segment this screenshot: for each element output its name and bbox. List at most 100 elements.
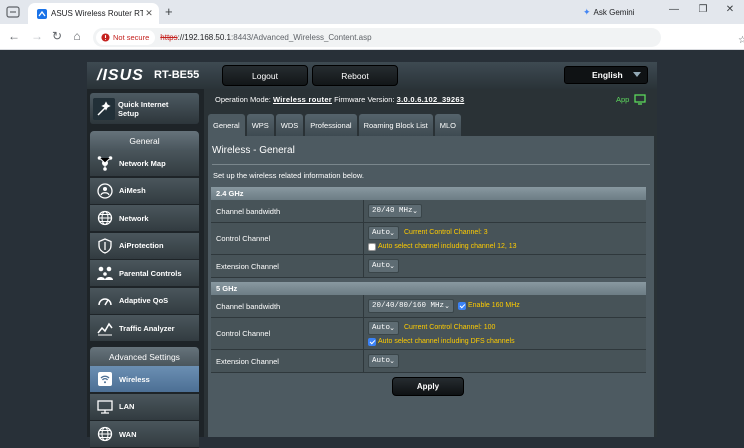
tab-general[interactable]: General [208, 114, 245, 136]
reboot-button[interactable]: Reboot [312, 65, 398, 86]
browser-toolbar: ← → ↻ ⌂ Not secure https://192.168.50.1:… [0, 24, 744, 68]
band5-extension-select[interactable]: Auto ⌄ [368, 354, 399, 368]
globe-icon [95, 424, 115, 444]
band5-bandwidth-row: Channel bandwidth 20/40/80/160 MHz ⌄ Enab… [211, 295, 646, 318]
sidebar-item-label: Parental Controls [119, 268, 182, 278]
band-24-header: 2.4 GHz [211, 187, 646, 200]
select-value: Auto [372, 229, 391, 237]
back-icon[interactable]: ← [6, 29, 22, 43]
tab-roaming-block-list[interactable]: Roaming Block List [358, 114, 433, 136]
maximize-icon[interactable]: ❐ [693, 4, 713, 15]
sidebar-item-label: Wireless [119, 374, 150, 384]
app-link[interactable]: App [616, 94, 647, 105]
op-mode-link[interactable]: Wireless router [273, 95, 332, 104]
band24-control-select[interactable]: Auto ⌄ [368, 226, 399, 240]
band5-bandwidth-select[interactable]: 20/40/80/160 MHz ⌄ [368, 299, 454, 313]
sidebar-item-network[interactable]: Network [90, 205, 199, 232]
language-caret-icon [633, 72, 641, 77]
sidebar-item-label: WAN [119, 429, 137, 439]
reload-icon[interactable]: ↻ [49, 29, 65, 43]
advanced-section-header: Advanced Settings [90, 347, 199, 366]
band24-bandwidth-select[interactable]: 20/40 MHz ⌄ [368, 204, 422, 218]
forward-icon[interactable]: → [29, 29, 45, 43]
not-secure-label: Not secure [113, 33, 150, 42]
language-select[interactable]: English [564, 66, 648, 84]
sidebar-item-label: AiMesh [119, 186, 146, 195]
apply-button[interactable]: Apply [392, 377, 464, 396]
quick-internet-setup-button[interactable]: Quick Internet Setup [90, 93, 199, 124]
tab-professional[interactable]: Professional [305, 114, 357, 136]
sidebar-item-label: LAN [119, 402, 135, 411]
sidebar-item-aiprotection[interactable]: AiProtection [90, 232, 199, 260]
band24-current-channel: Current Control Channel: 3 [404, 229, 488, 236]
security-chip[interactable]: Not secure [96, 30, 156, 45]
enable-160-checkbox[interactable] [458, 302, 466, 310]
url-text: https://192.168.50.1:8443/Advanced_Wirel… [160, 33, 372, 42]
band-5-header: 5 GHz [211, 282, 646, 295]
home-icon[interactable]: ⌂ [69, 29, 85, 43]
tab-close-icon[interactable]: ✕ [143, 8, 155, 19]
sidebar-item-wan[interactable]: WAN [90, 421, 199, 448]
sidebar-item-wireless[interactable]: Wireless [90, 366, 199, 393]
sidebar-item-lan[interactable]: LAN [90, 393, 199, 421]
tab-search-icon[interactable] [6, 5, 20, 19]
tab-wds[interactable]: WDS [275, 114, 304, 136]
sidebar-item-label: Network Map [119, 158, 166, 168]
sidebar: Quick Internet Setup General Network Map… [87, 89, 204, 448]
minimize-icon[interactable]: — [664, 4, 684, 15]
control-channel-label: Control Channel [211, 223, 364, 254]
band5-control-select[interactable]: Auto ⌄ [368, 321, 399, 335]
tab-wps[interactable]: WPS [246, 114, 274, 136]
bookmark-star-icon[interactable]: ☆ [738, 35, 744, 46]
band5-current-channel: Current Control Channel: 100 [404, 324, 496, 331]
sidebar-item-network-map[interactable]: Network Map [90, 150, 199, 177]
extension-channel-label: Extension Channel [211, 255, 364, 277]
wireless-general-panel: Wireless - General Set up the wireless r… [208, 136, 654, 437]
chevron-down-icon: ⌄ [389, 358, 395, 365]
new-tab-button[interactable]: + [165, 4, 173, 19]
router-model: RT-BE55 [154, 69, 200, 81]
band24-extension-select[interactable]: Auto ⌄ [368, 259, 399, 273]
sidebar-item-traffic-analyzer[interactable]: Traffic Analyzer [90, 315, 199, 342]
ask-gemini-button[interactable]: ✦ Ask Gemini [583, 4, 653, 20]
sidebar-item-aimesh[interactable]: AiMesh [90, 177, 199, 205]
bandwidth-label: Channel bandwidth [211, 295, 364, 317]
firmware-link[interactable]: 3.0.0.6.102_39263 [397, 95, 465, 104]
favicon-icon [37, 8, 47, 19]
band24-ch1213-checkbox[interactable] [368, 243, 376, 251]
network-map-icon [95, 153, 115, 173]
select-value: 20/40/80/160 MHz [372, 302, 445, 310]
settings-tabs: General WPS WDS Professional Roaming Block L… [208, 114, 462, 136]
logout-button[interactable]: Logout [222, 65, 308, 86]
main-content: Operation Mode: Wireless router Firmware… [204, 89, 657, 437]
quick-setup-label: Quick Internet Setup [118, 99, 169, 118]
family-icon [95, 263, 115, 283]
tab-mlo[interactable]: MLO [434, 114, 462, 136]
dfs-checkbox[interactable] [368, 338, 376, 346]
op-mode-label: Operation Mode: [215, 95, 271, 104]
band24-ch1213-label: Auto select channel including channel 12… [378, 243, 517, 250]
select-value: Auto [372, 324, 391, 332]
page-title: Wireless - General [212, 145, 295, 156]
firmware-label: Firmware Version: [334, 95, 395, 104]
sidebar-item-parental-controls[interactable]: Parental Controls [90, 260, 199, 287]
dfs-label: Auto select channel including DFS channe… [378, 338, 515, 345]
general-section-header: General [90, 131, 199, 150]
extension-channel-label: Extension Channel [211, 350, 364, 372]
sidebar-item-adaptive-qos[interactable]: Adaptive QoS [90, 287, 199, 315]
close-window-icon[interactable]: ✕ [720, 4, 740, 15]
chevron-down-icon: ⌄ [412, 208, 418, 215]
aimesh-icon [95, 181, 115, 201]
browser-tab[interactable]: ASUS Wireless Router RT-BE55 ✕ [28, 3, 159, 24]
gauge-icon [95, 291, 115, 311]
ask-gemini-label: Ask Gemini [593, 7, 635, 17]
wifi-icon [95, 369, 115, 389]
globe-icon [95, 208, 115, 228]
tab-title: ASUS Wireless Router RT-BE55 [51, 9, 143, 18]
chevron-down-icon: ⌄ [389, 263, 395, 270]
sidebar-item-label: Adaptive QoS [119, 296, 169, 305]
band5-extension-row: Extension Channel Auto ⌄ [211, 350, 646, 373]
router-topbar: /ISUS RT-BE55 Logout Reboot English [87, 62, 657, 89]
title-divider [212, 164, 650, 165]
address-bar[interactable]: Not secure https://192.168.50.1:8443/Adv… [93, 28, 744, 47]
